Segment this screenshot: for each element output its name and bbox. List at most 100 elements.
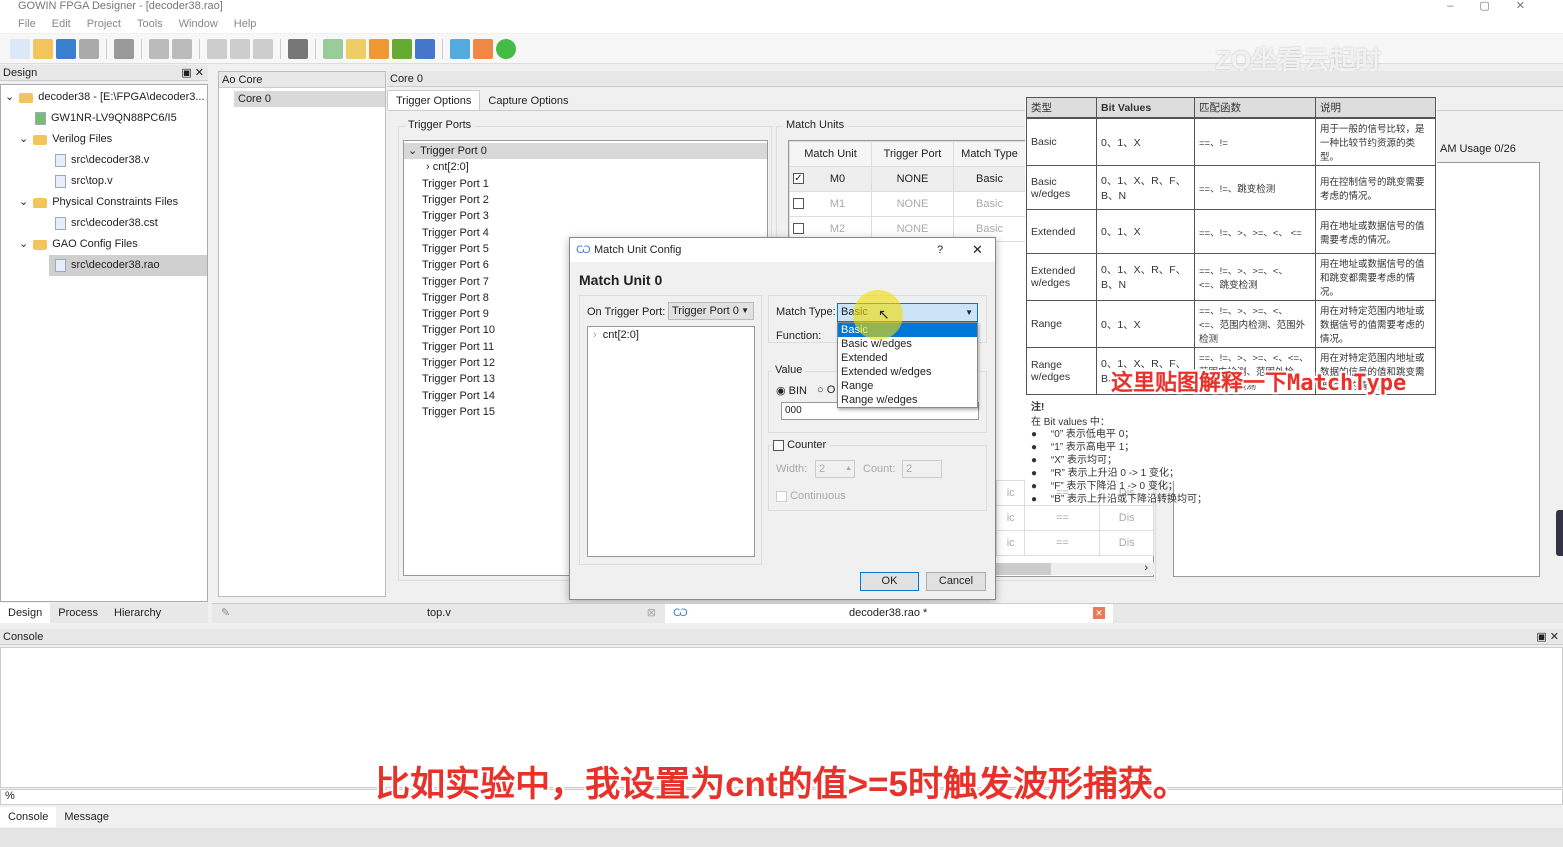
tree-item-verilog-files[interactable]: ⌄ Verilog Files <box>1 129 207 150</box>
trigger-port-item[interactable]: Trigger Port 1 <box>404 176 767 192</box>
trigger-port-item[interactable]: Trigger Port 2 <box>404 192 767 208</box>
paste-icon[interactable] <box>253 38 273 59</box>
tab-process[interactable]: Process <box>50 603 106 623</box>
tree-item-file[interactable]: src\top.v <box>1 171 207 192</box>
count-spinner[interactable]: 2 <box>902 460 942 478</box>
tree-item-gao-folder[interactable]: ⌄ GAO Config Files <box>1 234 207 255</box>
save-all-icon[interactable] <box>79 38 99 59</box>
gao-icon[interactable] <box>450 38 470 59</box>
window-controls[interactable]: –▢✕ <box>1447 0 1551 13</box>
signal-item[interactable]: › cnt[2:0] <box>404 159 767 175</box>
match-type-option[interactable]: Basic w/edges <box>838 337 977 351</box>
ref-row: Extended 0、1、X ==、!=、>、>=、<、 <= 用在地址或数据信号的值… <box>1026 209 1436 254</box>
ip-core-icon[interactable] <box>369 38 389 59</box>
radio-oct[interactable]: ○ O <box>817 384 835 396</box>
value-label: Value <box>772 364 806 376</box>
copy-icon[interactable] <box>230 38 250 59</box>
radio-bin[interactable]: ◉ BIN <box>776 384 807 397</box>
match-unit-config-dialog: Ѡ Match Unit Config ? ✕ Match Unit 0 On … <box>569 237 996 600</box>
mouse-cursor-icon: ↖ <box>878 306 890 322</box>
match-type-option[interactable]: Extended w/edges <box>838 365 977 379</box>
col-match-type: Match Type <box>953 141 1026 167</box>
cut-icon[interactable] <box>207 38 227 59</box>
cancel-button[interactable]: Cancel <box>926 572 986 591</box>
menu-file[interactable]: File <box>18 15 36 33</box>
dialog-title: Match Unit Config <box>594 244 682 256</box>
trigger-port-section: On Trigger Port: Trigger Port 0 ▼ › cnt[2… <box>579 295 762 565</box>
layout-icon[interactable] <box>473 38 493 59</box>
table-row[interactable]: ✓ M0 NONE Basic <box>789 166 1026 192</box>
menu-tools[interactable]: Tools <box>137 15 163 33</box>
match-type-reference-image: 类型 Bit Values 匹配函数 说明 Basic 0、1、X ==、!= 用于一般的信… <box>1025 97 1437 505</box>
print-icon[interactable] <box>114 38 134 59</box>
menu-edit[interactable]: Edit <box>52 15 71 33</box>
checkbox-checked[interactable]: ✓ <box>793 173 804 184</box>
trigger-port-item[interactable]: Trigger Port 3 <box>404 208 767 224</box>
checkbox[interactable] <box>793 223 804 234</box>
close-tab-icon[interactable]: ✕ <box>1093 607 1105 619</box>
tab-trigger-options[interactable]: Trigger Options <box>387 90 481 110</box>
redo-icon[interactable] <box>172 38 192 59</box>
console-tabs: Console Message <box>0 807 1563 827</box>
tree-item-device[interactable]: GW1NR-LV9QN88PC6/I5 <box>1 108 207 129</box>
tree-item-project[interactable]: ⌄ decoder38 - [E:\FPGA\decoder3... <box>1 87 207 108</box>
tab-capture-options[interactable]: Capture Options <box>480 91 576 111</box>
open-folder-icon[interactable] <box>33 38 53 59</box>
trigger-port-item[interactable]: ⌄ Trigger Port 0 <box>404 143 767 160</box>
place-route-icon[interactable] <box>346 38 366 59</box>
tree-item-constraints-folder[interactable]: ⌄ Physical Constraints Files <box>1 192 207 213</box>
help-button[interactable]: ? <box>937 238 943 262</box>
menu-window[interactable]: Window <box>179 15 218 33</box>
tab-top-v[interactable]: ✎ top.v ⊠ <box>215 604 662 623</box>
table-row[interactable]: ic == Dis <box>995 530 1154 556</box>
trigger-port-select[interactable]: Trigger Port 0 ▼ <box>668 302 754 320</box>
tab-hierarchy[interactable]: Hierarchy <box>106 603 169 623</box>
counter-checkbox[interactable]: Counter <box>773 439 830 451</box>
col-match-unit: Match Unit <box>789 141 872 167</box>
design-panel-header: Design ▣ ✕ <box>0 65 208 81</box>
tab-decoder38-rao[interactable]: Ѡdecoder38.rao * ✕ <box>665 604 1113 623</box>
find-icon[interactable] <box>288 38 308 59</box>
ao-core-item[interactable]: Core 0 <box>234 91 385 107</box>
match-type-option[interactable]: Extended <box>838 351 977 365</box>
match-type-option[interactable]: Range w/edges <box>838 393 977 407</box>
float-close-icon[interactable]: ▣ ✕ <box>1536 629 1559 645</box>
tab-design[interactable]: Design <box>0 603 51 623</box>
ref-row: Basic w/edges 0、1、X、R、F、B、N ==、!=、跳变检测 用在控制… <box>1026 165 1436 210</box>
save-icon[interactable] <box>56 38 76 59</box>
floorplan-icon[interactable] <box>415 38 435 59</box>
synthesize-icon[interactable] <box>323 38 343 59</box>
annotation-text: 这里贴图解释一下MatchType <box>1111 371 1407 396</box>
col-trigger-port: Trigger Port <box>871 141 954 167</box>
close-button[interactable]: ✕ <box>972 238 983 262</box>
refresh-icon[interactable] <box>496 38 516 59</box>
tree-item-file[interactable]: src\decoder38.cst <box>1 213 207 234</box>
note-item: ● “F” 表示下降沿 1 -> 0 变化； <box>1031 481 1178 492</box>
ok-button[interactable]: OK <box>860 572 919 591</box>
continuous-checkbox[interactable]: Continuous <box>776 490 846 502</box>
width-spinner[interactable]: 2 ▲ <box>815 460 855 478</box>
ao-core-panel: Ao Core Core 0 <box>218 71 386 597</box>
table-row[interactable]: ic == Dis <box>995 505 1154 531</box>
port-signal-tree: › cnt[2:0] <box>587 326 755 557</box>
tree-item-file[interactable]: src\decoder38.v <box>1 150 207 171</box>
checkbox[interactable] <box>793 198 804 209</box>
program-device-icon[interactable] <box>392 38 412 59</box>
new-file-icon[interactable] <box>10 38 30 59</box>
tab-console[interactable]: Console <box>0 807 57 827</box>
tree-item-file-selected[interactable]: src\decoder38.rao <box>49 255 207 276</box>
side-widget[interactable] <box>1556 510 1563 556</box>
table-row[interactable]: M1 NONE Basic <box>789 191 1026 217</box>
core-header: Core 0 <box>387 71 1563 87</box>
note-item: ● “R” 表示上升沿 0 -> 1 变化； <box>1031 468 1179 479</box>
tab-message[interactable]: Message <box>56 807 117 827</box>
menu-project[interactable]: Project <box>87 15 121 33</box>
undo-icon[interactable] <box>149 38 169 59</box>
match-type-option[interactable]: Range <box>838 379 977 393</box>
float-close-icon[interactable]: ▣ ✕ <box>181 65 204 80</box>
menu-help[interactable]: Help <box>234 15 257 33</box>
horizontal-scrollbar[interactable]: › <box>996 562 1154 575</box>
match-units-title: Match Units <box>783 119 848 131</box>
close-tab-icon[interactable]: ⊠ <box>647 604 656 623</box>
signal-cnt[interactable]: cnt[2:0] <box>603 329 639 341</box>
